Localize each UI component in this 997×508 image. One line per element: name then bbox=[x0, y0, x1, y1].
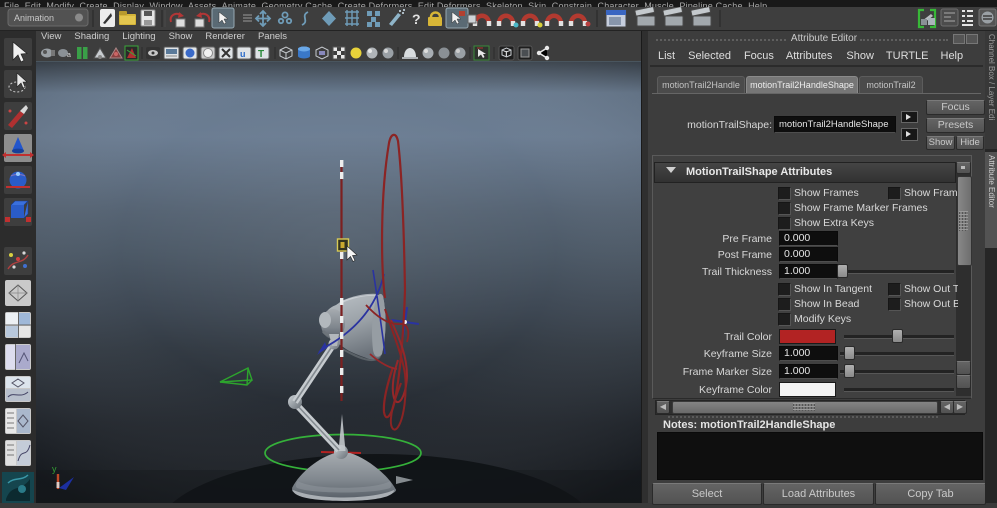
svg-text:y: y bbox=[52, 464, 57, 474]
svg-text:Animation: Animation bbox=[14, 13, 54, 23]
svg-text:a: a bbox=[67, 52, 71, 59]
svg-text:T: T bbox=[504, 51, 509, 58]
svg-text:u: u bbox=[240, 49, 246, 59]
svg-text:?: ? bbox=[412, 11, 421, 27]
svg-text:T: T bbox=[258, 49, 264, 60]
